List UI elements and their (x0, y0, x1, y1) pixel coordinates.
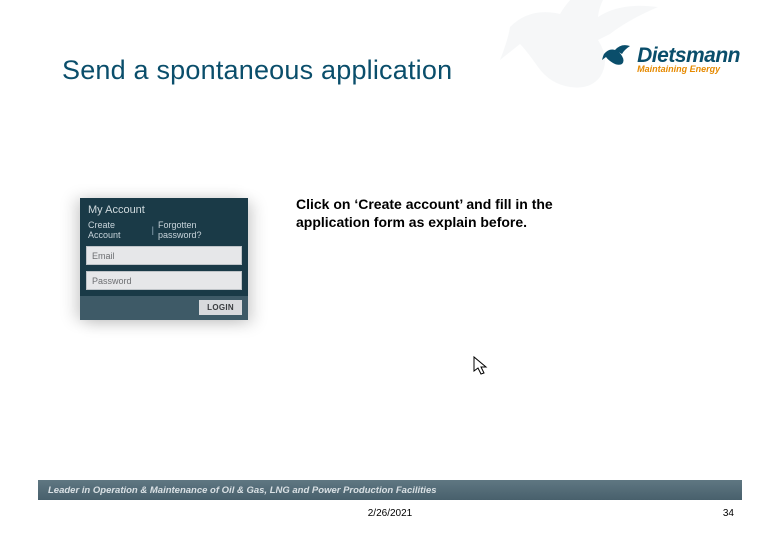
dove-icon (601, 44, 631, 66)
login-footer: LOGIN (80, 296, 248, 320)
brand-name: Dietsmann (637, 44, 740, 68)
password-placeholder: Password (92, 276, 132, 286)
login-panel: My Account Create Account | Forgotten pa… (80, 198, 248, 320)
login-header: My Account (80, 198, 248, 220)
cursor-icon (472, 355, 492, 377)
link-separator: | (152, 225, 154, 235)
footer-date: 2/26/2021 (368, 508, 413, 519)
instruction-text: Click on ‘Create account’ and fill in th… (296, 195, 606, 232)
password-field[interactable]: Password (86, 271, 242, 290)
login-button[interactable]: LOGIN (199, 300, 242, 315)
footer-tagline: Leader in Operation & Maintenance of Oil… (48, 485, 437, 496)
login-links-row: Create Account | Forgotten password? (80, 220, 248, 246)
forgot-password-link[interactable]: Forgotten password? (158, 220, 240, 240)
page-title: Send a spontaneous application (62, 55, 452, 86)
page-number: 34 (723, 508, 734, 519)
create-account-link[interactable]: Create Account (88, 220, 148, 240)
email-field[interactable]: Email (86, 246, 242, 265)
footer-bar: Leader in Operation & Maintenance of Oil… (38, 480, 742, 500)
email-placeholder: Email (92, 251, 115, 261)
brand-logo: Dietsmann Maintaining Energy (601, 42, 740, 74)
